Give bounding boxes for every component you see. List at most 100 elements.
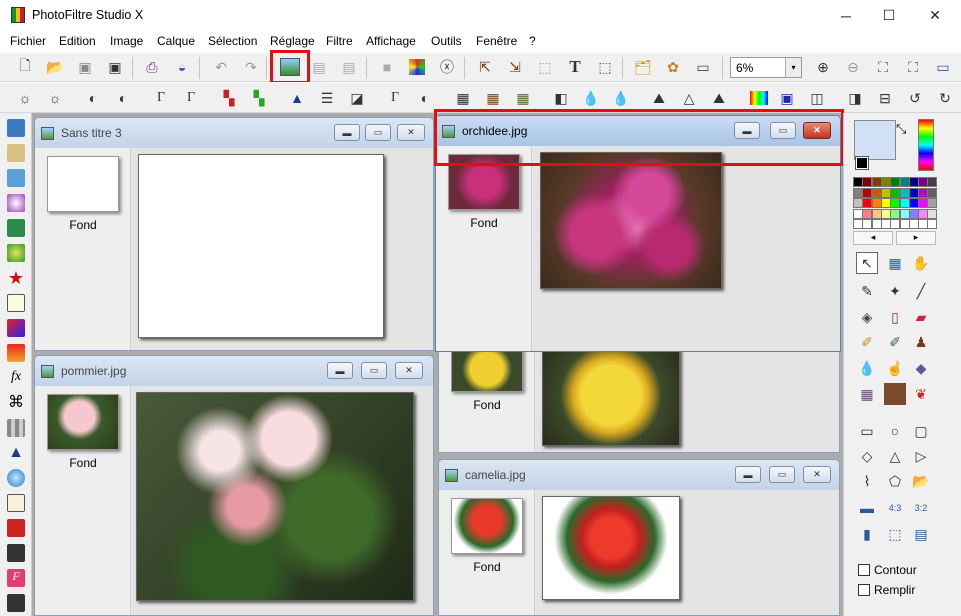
zoom-out-icon[interactable]: ⊖ [842,56,864,78]
line-icon[interactable]: ╱ [910,280,932,302]
spray-icon[interactable]: ▯ [884,306,906,328]
calculator-icon[interactable] [7,119,25,137]
actual-size-icon[interactable]: ⛶ [872,56,894,78]
paste-image-icon[interactable]: ▤ [338,56,360,78]
sphere-icon[interactable] [7,194,25,212]
palette-swatch[interactable] [927,177,938,187]
image-icon[interactable] [7,519,25,537]
minimize-button[interactable]: ─ [823,0,869,31]
clover-icon[interactable]: ⌘ [7,394,25,412]
transform-icon[interactable]: ⬚ [594,56,616,78]
contour-checkbox[interactable] [858,564,870,576]
menu-reglage[interactable]: Réglage [270,34,315,48]
smudge-icon[interactable]: ☝ [884,357,906,379]
layer-thumbnail[interactable] [451,346,523,392]
palette-swatch[interactable] [927,187,938,198]
pattern-2-icon[interactable]: ▦ [482,87,504,109]
gradient-tool-icon[interactable] [7,319,25,337]
sharpen-icon[interactable]: 💧 [610,87,632,109]
ellipse-shape-icon[interactable]: ○ [884,420,906,442]
monitor-icon[interactable]: ▣ [776,87,798,109]
canvas-area[interactable] [132,148,433,350]
triangle-right-icon[interactable]: ▷ [910,445,932,467]
color-gradient-icon[interactable] [750,91,768,105]
selection-window-icon[interactable]: ▤ [910,523,932,545]
layer-thumbnail[interactable] [47,156,119,212]
fill-tool-icon[interactable] [7,344,25,362]
document-window-pommier[interactable]: pommier.jpg ▬ ▭ ✕ Fond [34,355,434,616]
note-icon[interactable] [7,294,25,312]
crop-icon[interactable]: ⬚ [534,56,556,78]
filter-a-icon[interactable]: ◧ [550,87,572,109]
fit-window-icon[interactable]: ⛶ [902,56,924,78]
hue-slider[interactable] [918,119,934,171]
doc-minimize-button[interactable]: ▬ [334,124,360,141]
save-icon[interactable]: ▣ [74,56,96,78]
menu-fenetre[interactable]: Fenêtre [476,34,517,48]
layer-thumbnail[interactable] [451,498,523,554]
blank-canvas[interactable] [138,154,384,338]
swap-colors-icon[interactable]: ⤡ [896,121,906,137]
function-icon[interactable]: fx [7,369,25,387]
eraser-icon[interactable]: ▰ [910,306,932,328]
saturation-minus-icon[interactable]: ▚ [218,87,240,109]
menu-affichage[interactable]: Affichage [366,34,416,48]
monitor-tool-icon[interactable] [7,169,25,187]
selection-h-icon[interactable]: ▬ [856,497,878,519]
menu-selection[interactable]: Sélection [208,34,257,48]
canvas-area[interactable] [536,346,839,452]
redo-icon[interactable]: ↷ [240,56,262,78]
canvas-area[interactable] [536,490,839,615]
polygon-icon[interactable]: ⬠ [884,470,906,492]
histogram-icon[interactable]: ▲ [7,444,25,462]
doc-close-button[interactable]: ✕ [803,466,831,483]
scan-icon[interactable]: ◒ [171,56,193,78]
rounded-rect-icon[interactable]: ▢ [910,420,932,442]
rotate-right-icon[interactable]: ↻ [934,87,956,109]
menu-fichier[interactable]: Fichier [10,34,46,48]
star-icon[interactable]: ★ [7,269,25,287]
doc-minimize-button[interactable]: ▬ [735,466,761,483]
menu-edition[interactable]: Edition [59,34,96,48]
foreground-color-swatch[interactable] [854,120,896,160]
rotate-left-icon[interactable]: ↺ [904,87,926,109]
portrait-icon[interactable] [884,383,906,405]
canvas-size-icon[interactable]: ⇲ [504,56,526,78]
text-icon[interactable]: T [564,56,586,78]
document-title-bar[interactable]: Sans titre 3 ▬ ▭ ✕ [35,118,433,148]
layer-thumbnail[interactable] [47,394,119,450]
gamma-plus-icon[interactable]: Γ [180,87,202,109]
pattern-1-icon[interactable]: ▦ [452,87,474,109]
palette-prev-button[interactable]: ◂ [853,231,893,245]
contrast-plus-icon[interactable]: ◐ [112,87,134,109]
saturation-plus-icon[interactable]: ▚ [248,87,270,109]
palette-swatch[interactable] [927,198,938,208]
auto-contrast-icon[interactable]: ◐ [414,87,436,109]
flip-v-icon[interactable]: ⊟ [874,87,896,109]
palette-swatch[interactable] [927,219,938,229]
remplir-checkbox[interactable] [858,584,870,596]
document-window-camelia[interactable]: camelia.jpg ▬ ▭ ✕ Fond [438,459,840,616]
relief-icon[interactable]: ⛰ [648,87,670,109]
documents-icon[interactable] [7,144,25,162]
plugin-icon[interactable] [7,219,25,237]
menu-image[interactable]: Image [110,34,143,48]
levels-icon[interactable]: ▲ [286,87,308,109]
html-export-icon[interactable] [7,594,25,612]
orchid-photo[interactable] [540,152,722,289]
lasso-icon[interactable]: ⌇ [856,470,878,492]
gamma-minus-icon[interactable]: Γ [150,87,172,109]
font-tool-icon[interactable]: F [7,569,25,587]
ratio-43-icon[interactable]: 4:3 [884,497,906,519]
chevron-down-icon[interactable]: ▾ [785,58,801,77]
triangle-icon[interactable]: △ [678,87,700,109]
ratio-32-icon[interactable]: 3:2 [910,497,932,519]
rectangle-shape-icon[interactable]: ▭ [856,420,878,442]
invert-icon[interactable]: ◪ [346,87,368,109]
menu-calque[interactable]: Calque [157,34,195,48]
floppy-2000-icon[interactable] [7,544,25,562]
maximize-button[interactable]: ☐ [866,0,912,31]
menu-help[interactable]: ? [529,34,536,48]
diamond-shape-icon[interactable]: ◇ [856,445,878,467]
selection-square-icon[interactable]: ⬚ [884,523,906,545]
